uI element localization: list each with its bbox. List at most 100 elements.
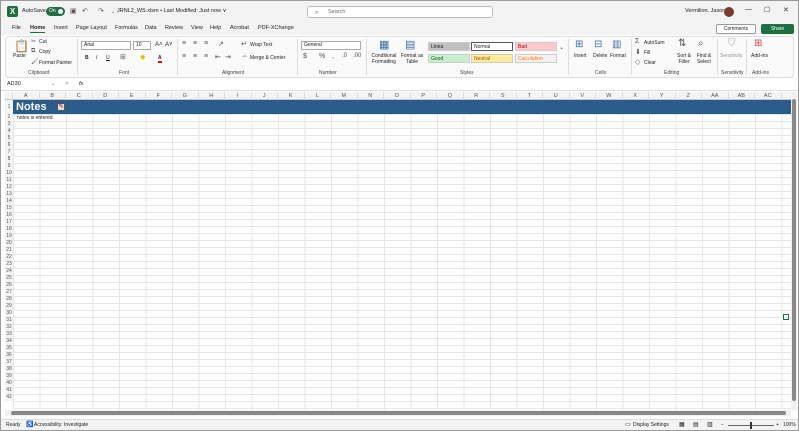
zoom-level[interactable]: 100%: [783, 422, 796, 428]
tab-file[interactable]: File: [12, 25, 21, 31]
row-header-6[interactable]: 6: [5, 142, 13, 149]
autosave-toggle[interactable]: On: [46, 7, 65, 16]
accessibility-status[interactable]: Accessibility: Investigate: [34, 422, 88, 428]
name-box[interactable]: AD30: [7, 81, 21, 87]
column-header-aa[interactable]: AA: [702, 92, 729, 100]
clear-icon[interactable]: ◇: [635, 58, 640, 66]
row-header-40[interactable]: 40: [5, 380, 13, 387]
column-header-c[interactable]: C: [66, 92, 93, 100]
row-header-30[interactable]: 30: [5, 310, 13, 317]
column-header-o[interactable]: O: [384, 92, 411, 100]
fill-color-icon[interactable]: ◆: [140, 53, 145, 61]
styles-more-icon[interactable]: ⌄: [559, 44, 564, 51]
row-header-18[interactable]: 18: [5, 226, 13, 233]
italic-button[interactable]: I: [96, 55, 97, 61]
paste-icon[interactable]: 📋: [14, 39, 29, 53]
sort-filter-button[interactable]: Sort & Filter: [674, 53, 694, 65]
row-header-42[interactable]: 42: [5, 394, 13, 401]
row-header-7[interactable]: 7: [5, 149, 13, 156]
row-header-21[interactable]: 21: [5, 247, 13, 254]
column-header-r[interactable]: R: [464, 92, 490, 100]
merge-center-icon[interactable]: ⇔: [241, 53, 248, 60]
column-header-h[interactable]: H: [199, 92, 225, 100]
row-header-1[interactable]: 1: [5, 100, 13, 114]
delete-cells-icon[interactable]: ⊟: [594, 39, 602, 50]
row-header-13[interactable]: 13: [5, 191, 13, 198]
row-header-37[interactable]: 37: [5, 359, 13, 366]
underline-button[interactable]: U: [106, 55, 110, 61]
align-top-icon[interactable]: ≡: [182, 40, 186, 47]
cell-a2[interactable]: notes is entered: [17, 115, 53, 121]
row-header-33[interactable]: 33: [5, 331, 13, 338]
tab-acrobat[interactable]: Acrobat: [230, 25, 249, 31]
row-header-31[interactable]: 31: [5, 317, 13, 324]
format-cells-icon[interactable]: ▥: [612, 39, 621, 50]
row-header-24[interactable]: 24: [5, 268, 13, 275]
column-header-w[interactable]: W: [596, 92, 623, 100]
column-header-s[interactable]: S: [490, 92, 517, 100]
row-header-29[interactable]: 29: [5, 303, 13, 310]
conditional-formatting-button[interactable]: Conditional Formatting: [369, 53, 399, 65]
row-header-17[interactable]: 17: [5, 219, 13, 226]
number-format-select[interactable]: General: [301, 41, 361, 50]
clear-button[interactable]: Clear: [644, 60, 656, 66]
zoom-slider-thumb[interactable]: [750, 422, 752, 429]
row-header-32[interactable]: 32: [5, 324, 13, 331]
user-name[interactable]: Vermilion, Jason: [685, 8, 725, 14]
row-header-16[interactable]: 16: [5, 212, 13, 219]
tab-data[interactable]: Data: [145, 25, 157, 31]
row-header-26[interactable]: 26: [5, 282, 13, 289]
column-header-f[interactable]: F: [146, 92, 172, 100]
column-header-m[interactable]: M: [331, 92, 358, 100]
close-icon[interactable]: ✕: [783, 6, 789, 14]
row-header-39[interactable]: 39: [5, 373, 13, 380]
row-header-14[interactable]: 14: [5, 198, 13, 205]
row-header-34[interactable]: 34: [5, 338, 13, 345]
font-size-select[interactable]: 10: [133, 41, 151, 50]
insert-cells-icon[interactable]: ⊞: [575, 39, 583, 50]
row-header-9[interactable]: 9: [5, 163, 13, 170]
align-left-icon[interactable]: ≡: [182, 53, 186, 60]
autosum-button[interactable]: AutoSum: [644, 40, 665, 46]
zoom-in-button[interactable]: +: [776, 422, 779, 428]
find-select-icon[interactable]: ⌕: [698, 38, 704, 49]
column-header-n[interactable]: N: [358, 92, 384, 100]
format-cells-button[interactable]: Format: [610, 53, 626, 59]
comments-button[interactable]: Comments: [716, 24, 756, 34]
search-input[interactable]: ⌕ Search: [307, 6, 493, 18]
cut-icon[interactable]: ✂: [31, 38, 36, 45]
cell-gridlines[interactable]: [13, 100, 791, 410]
orientation-icon[interactable]: ↗: [218, 40, 224, 48]
column-header-k[interactable]: K: [278, 92, 305, 100]
display-settings-button[interactable]: Display Settings: [633, 422, 669, 428]
row-header-36[interactable]: 36: [5, 352, 13, 359]
column-header-l[interactable]: L: [305, 92, 331, 100]
column-header-i[interactable]: I: [225, 92, 252, 100]
addins-icon[interactable]: ⊞: [754, 38, 762, 49]
sort-filter-icon[interactable]: ⇅: [678, 38, 686, 49]
delete-cells-button[interactable]: Delete: [593, 53, 607, 59]
format-as-table-button[interactable]: Format as Table: [400, 53, 424, 65]
column-header-p[interactable]: P: [411, 92, 437, 100]
cancel-entry-icon[interactable]: ✕: [65, 81, 69, 87]
comma-style-icon[interactable]: ,: [332, 53, 334, 60]
row-header-10[interactable]: 10: [5, 170, 13, 177]
avatar[interactable]: [724, 7, 734, 17]
find-select-button[interactable]: Find & Select: [693, 53, 715, 65]
column-header-ac[interactable]: AC: [755, 92, 782, 100]
undo-icon[interactable]: ↶: [82, 7, 88, 15]
insert-function-button[interactable]: fx: [79, 81, 83, 87]
tab-page-layout[interactable]: Page Layout: [76, 25, 107, 31]
page-break-view-icon[interactable]: ▥: [707, 421, 713, 428]
row-header-8[interactable]: 8: [5, 156, 13, 163]
row-header-28[interactable]: 28: [5, 296, 13, 303]
copy-button[interactable]: Copy: [39, 49, 51, 55]
column-header-y[interactable]: Y: [649, 92, 676, 100]
format-painter-button[interactable]: Format Painter: [39, 60, 72, 66]
increase-decimal-icon[interactable]: .0: [342, 53, 347, 59]
accounting-format-icon[interactable]: $: [303, 53, 307, 60]
cut-button[interactable]: Cut: [39, 39, 47, 45]
minimize-icon[interactable]: —: [745, 6, 752, 13]
row-header-12[interactable]: 12: [5, 184, 13, 191]
row-header-38[interactable]: 38: [5, 366, 13, 373]
